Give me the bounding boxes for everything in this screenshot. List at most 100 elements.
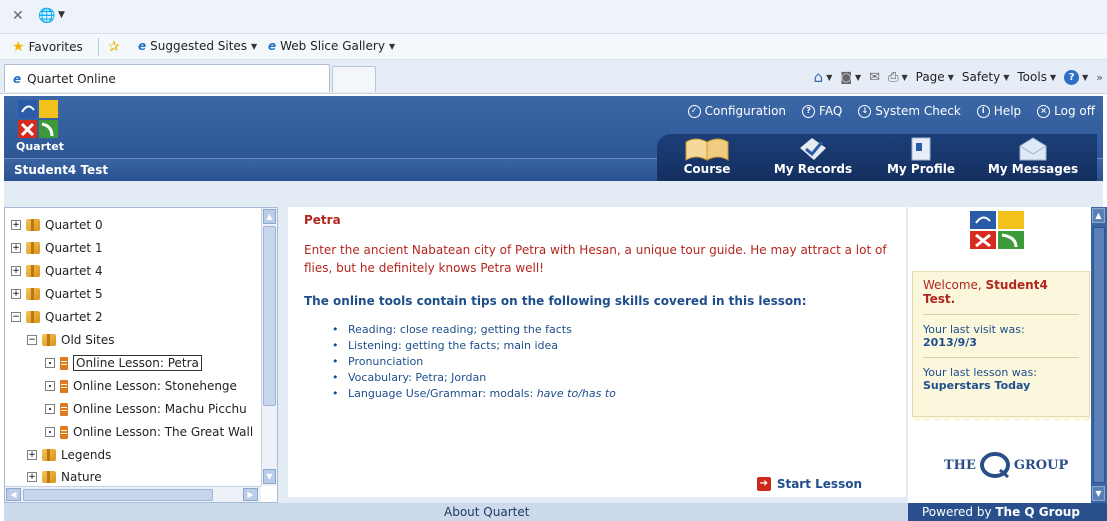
tree-vertical-scrollbar[interactable]: ▲ ▼ xyxy=(261,208,277,486)
expand-icon[interactable]: + xyxy=(11,220,21,230)
print-button[interactable]: ⎙ ▼ xyxy=(888,70,908,85)
fav-item-label: Web Slice Gallery xyxy=(280,39,385,53)
envelope-icon xyxy=(1019,137,1047,161)
tree-node-nature[interactable]: + Nature xyxy=(27,468,102,486)
lesson-icon xyxy=(60,379,68,393)
scroll-thumb[interactable] xyxy=(263,226,276,406)
nav-my-profile[interactable]: My Profile xyxy=(871,134,971,181)
powered-name[interactable]: The Q Group xyxy=(995,505,1080,519)
lesson-icon xyxy=(60,356,68,370)
faq-label: FAQ xyxy=(819,104,843,118)
start-lesson-button[interactable]: ➔ Start Lesson xyxy=(756,477,862,491)
tree-horizontal-scrollbar[interactable]: ◀ ▶ xyxy=(5,486,261,502)
powered-prefix: Powered by xyxy=(922,505,996,519)
chevron-down-icon: ▼ xyxy=(1082,72,1089,82)
right-vertical-scrollbar[interactable]: ▲ ▼ xyxy=(1091,207,1107,503)
scroll-thumb[interactable] xyxy=(1093,227,1105,483)
lesson-title: Petra xyxy=(304,213,341,227)
nav-course[interactable]: Course xyxy=(657,134,757,181)
top-utility-nav: ✓ Configuration ? FAQ ↓ System Check i Help … xyxy=(687,104,1095,118)
scroll-down-arrow[interactable]: ▼ xyxy=(263,469,276,484)
new-tab-button[interactable] xyxy=(332,66,376,92)
lesson-icon xyxy=(60,425,68,439)
safety-menu[interactable]: Safety ▼ xyxy=(962,70,1010,84)
list-item: Pronunciation xyxy=(332,354,890,370)
add-favorite-button[interactable]: ✰ xyxy=(108,39,120,55)
profile-icon xyxy=(911,137,931,161)
quartet-logo-icon[interactable] xyxy=(18,100,58,138)
list-item: Language Use/Grammar: modals: have to/ha… xyxy=(332,386,890,402)
download-circle-icon: ↓ xyxy=(858,104,872,118)
feeds-button[interactable]: ◙ ▼ xyxy=(840,70,861,84)
scroll-left-arrow[interactable]: ◀ xyxy=(6,488,21,501)
leaf-icon xyxy=(45,381,55,391)
chevron-down-icon: ▼ xyxy=(855,72,862,82)
quartet-logo-icon xyxy=(970,211,1024,249)
help-link[interactable]: i Help xyxy=(976,104,1021,118)
system-check-link[interactable]: ↓ System Check xyxy=(858,104,961,118)
tree-node-lesson-machu-picchu[interactable]: Online Lesson: Machu Picchu xyxy=(45,400,247,418)
favorites-button[interactable]: ★ Favorites xyxy=(12,39,83,55)
faq-link[interactable]: ? FAQ xyxy=(802,104,842,118)
help-menu[interactable]: ? ▼ xyxy=(1064,69,1089,85)
fav-item-web-slice-gallery[interactable]: e Web Slice Gallery ▼ xyxy=(268,39,395,53)
configuration-link[interactable]: ✓ Configuration xyxy=(687,104,786,118)
overflow-chevron[interactable]: » xyxy=(1096,71,1103,84)
collapse-icon[interactable]: − xyxy=(27,335,37,345)
last-visit-value: 2013/9/3 xyxy=(923,336,977,349)
scroll-up-arrow[interactable]: ▲ xyxy=(263,209,276,224)
about-quartet-link[interactable]: About Quartet xyxy=(444,505,529,519)
tree-node-lesson-petra[interactable]: Online Lesson: Petra xyxy=(45,354,202,372)
package-icon xyxy=(42,471,56,483)
collapse-icon[interactable]: − xyxy=(11,312,21,322)
start-lesson-label: Start Lesson xyxy=(776,477,862,491)
home-button[interactable]: ⌂ ▼ xyxy=(814,68,833,86)
browser-address-strip: ✕ 🌐 ▼ xyxy=(0,0,1107,34)
q-group-emblem-icon xyxy=(979,452,1010,478)
scroll-down-arrow[interactable]: ▼ xyxy=(1092,486,1105,501)
checklist-icon xyxy=(800,138,826,160)
scroll-thumb[interactable] xyxy=(23,489,213,501)
nav-my-records[interactable]: My Records xyxy=(763,134,863,181)
expand-icon[interactable]: + xyxy=(11,266,21,276)
scroll-up-arrow[interactable]: ▲ xyxy=(1092,208,1105,223)
fav-item-label: Suggested Sites xyxy=(150,39,248,53)
book-icon xyxy=(685,138,729,161)
leaf-icon xyxy=(45,404,55,414)
log-off-link[interactable]: × Log off xyxy=(1037,104,1095,118)
expand-icon[interactable]: + xyxy=(27,472,37,482)
tree-node-quartet-2[interactable]: − Quartet 2 xyxy=(11,308,103,326)
info-circle-icon: i xyxy=(976,104,990,118)
tree-node-legends[interactable]: + Legends xyxy=(27,446,111,464)
nav-my-messages[interactable]: My Messages xyxy=(983,134,1083,181)
tree-node-label: Nature xyxy=(61,470,102,484)
close-icon[interactable]: ✕ xyxy=(12,8,24,24)
tree-node-quartet-5[interactable]: + Quartet 5 xyxy=(11,285,103,303)
list-item: Listening: getting the facts; main idea xyxy=(332,338,890,354)
check-circle-icon: ✓ xyxy=(687,104,701,118)
expand-icon[interactable]: + xyxy=(11,243,21,253)
tools-menu[interactable]: Tools ▼ xyxy=(1017,70,1056,84)
chevron-down-icon[interactable]: ▼ xyxy=(58,10,65,20)
tree-node-quartet-0[interactable]: + Quartet 0 xyxy=(11,216,103,234)
chevron-down-icon: ▼ xyxy=(901,72,908,82)
safety-menu-label: Safety xyxy=(961,70,1001,84)
expand-icon[interactable]: + xyxy=(27,450,37,460)
tree-node-old-sites[interactable]: − Old Sites xyxy=(27,331,115,349)
welcome-message: Welcome, Student4 Test. xyxy=(923,278,1079,315)
globe-icon[interactable]: 🌐 xyxy=(38,8,55,24)
scroll-right-arrow[interactable]: ▶ xyxy=(243,488,258,501)
tree-node-lesson-stonehenge[interactable]: Online Lesson: Stonehenge xyxy=(45,377,237,395)
expand-icon[interactable]: + xyxy=(11,289,21,299)
chevron-down-icon: ▼ xyxy=(1003,72,1010,82)
tree-node-label: Quartet 1 xyxy=(45,241,103,255)
tree-node-quartet-4[interactable]: + Quartet 4 xyxy=(11,262,103,280)
tree-node-lesson-great-wall[interactable]: Online Lesson: The Great Wall xyxy=(45,423,253,441)
mail-button[interactable]: ✉ xyxy=(869,70,880,85)
logo-text: Quartet xyxy=(16,140,65,153)
fav-item-suggested-sites[interactable]: e Suggested Sites ▼ xyxy=(138,39,257,53)
page-menu[interactable]: Page ▼ xyxy=(916,70,954,84)
tree-node-quartet-1[interactable]: + Quartet 1 xyxy=(11,239,103,257)
q-group-logo[interactable]: THE GROUP xyxy=(944,452,1068,478)
browser-tab-active[interactable]: e Quartet Online xyxy=(4,64,330,92)
